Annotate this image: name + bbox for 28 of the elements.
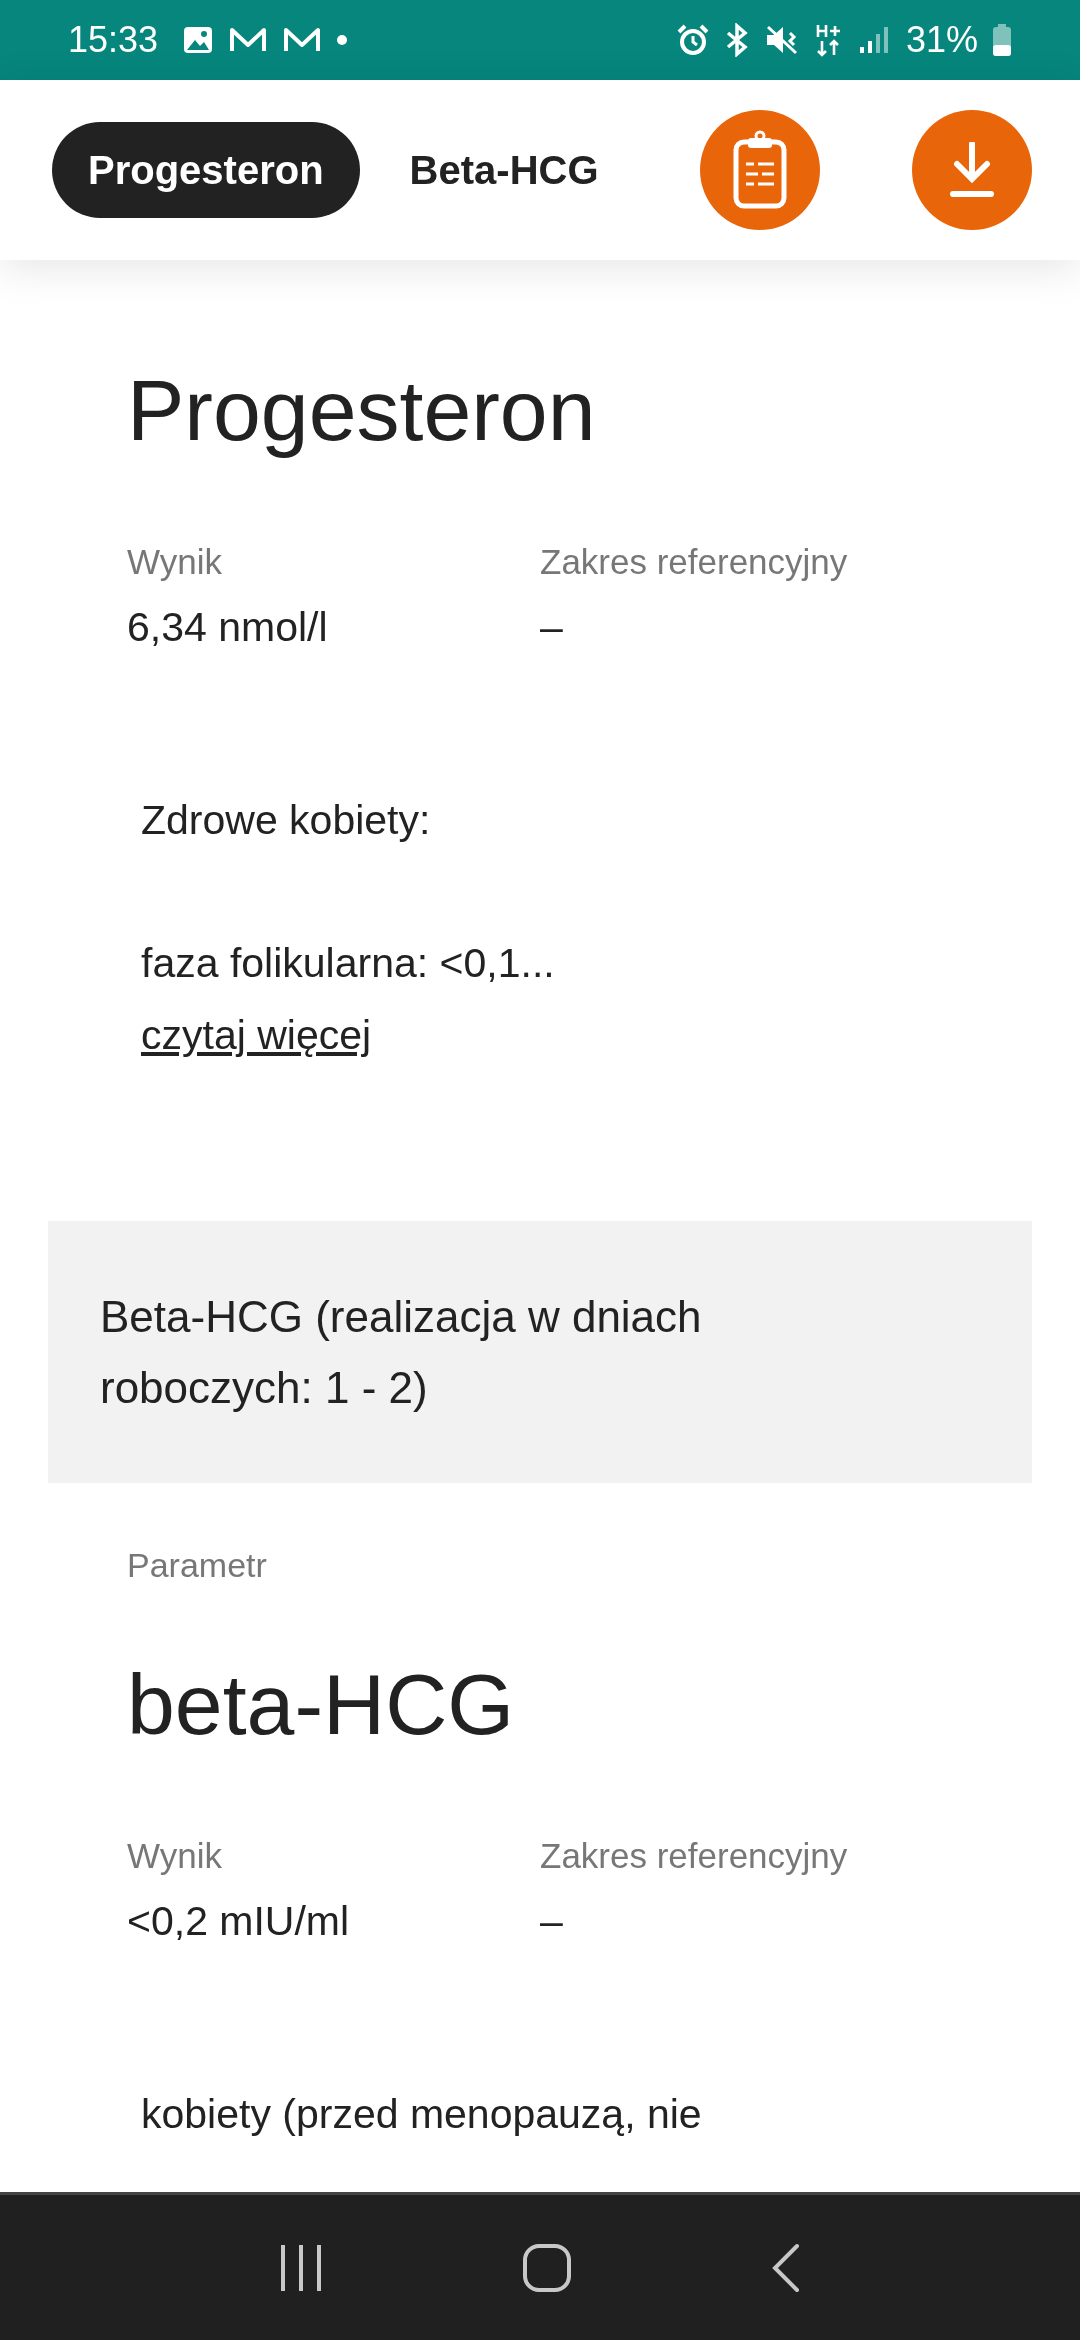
parameter-name: Progesteron — [127, 361, 597, 460]
battery-percentage: 31% — [905, 19, 978, 61]
reference-range-label: Zakres referencyjny — [540, 1835, 849, 1877]
tab[interactable]: Beta-HCG — [373, 122, 635, 218]
parameter-label: Parametr — [127, 1545, 268, 1586]
tab[interactable]: Progesteron — [52, 122, 360, 218]
result-label: Wynik — [127, 541, 223, 583]
read-more-link[interactable]: czytaj więcej — [141, 1009, 372, 1061]
note-text: faza folikularna: <0,1... — [141, 939, 556, 988]
notification-dot-icon — [336, 34, 349, 46]
test-group-title: Beta-HCG (realizacja w dniach roboczych: 1 - 2) — [100, 1291, 703, 1414]
home-icon[interactable] — [522, 2242, 572, 2293]
back-icon[interactable] — [770, 2242, 801, 2293]
result-label: Wynik — [127, 1835, 223, 1877]
reference-range-label: Zakres referencyjny — [540, 541, 849, 583]
battery-icon — [992, 23, 1012, 57]
reference-range-value: – — [540, 1897, 564, 1946]
clock: 15:33 — [68, 19, 159, 61]
parameter-name: beta-HCG — [127, 1655, 516, 1754]
download-icon — [947, 142, 997, 198]
recent-apps-icon[interactable] — [279, 2242, 324, 2293]
reference-range-value: – — [540, 603, 564, 652]
note-text: kobiety (przed menopauzą, nie — [141, 2090, 703, 2139]
note-text: Zdrowe kobiety: — [141, 796, 432, 845]
alarm-icon — [675, 23, 710, 57]
result-value: <0,2 mIU/ml — [127, 1897, 351, 1946]
image-icon — [182, 24, 215, 56]
result-value: 6,34 nmol/l — [127, 603, 329, 652]
